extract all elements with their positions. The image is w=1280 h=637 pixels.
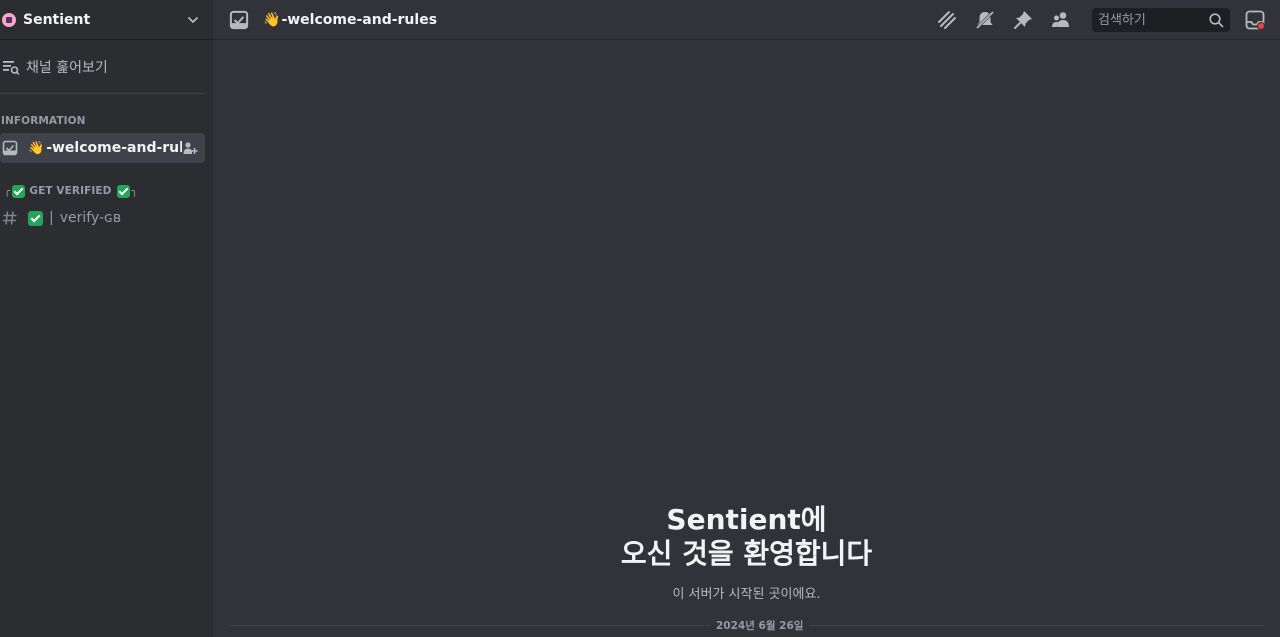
notification-settings-button[interactable]: [974, 9, 996, 31]
channel-sidebar: Sentient 채널 훑어보기 INFORMATION 👋 -welcome-…: [0, 0, 213, 637]
welcome-heading: Sentient에 오신 것을 환영합니다: [213, 503, 1280, 571]
server-icon: [2, 12, 16, 27]
category-prefix: ╭: [4, 185, 11, 197]
server-header[interactable]: Sentient: [0, 0, 213, 40]
rules-channel-icon: [2, 140, 18, 156]
threads-icon: [938, 11, 956, 29]
rules-channel-icon: [229, 10, 249, 29]
add-member-icon[interactable]: [182, 140, 198, 156]
pinned-messages-button[interactable]: [1012, 9, 1034, 31]
header-toolbar: [936, 0, 1280, 40]
browse-channels-button[interactable]: 채널 훑어보기: [0, 53, 205, 81]
channel-label: verify-ɢʙ: [59, 210, 121, 226]
header-channel-emoji: 👋: [263, 11, 281, 28]
wave-emoji: 👋: [28, 140, 45, 156]
mute-notifications-icon: [975, 10, 995, 30]
category-information[interactable]: INFORMATION: [0, 113, 86, 129]
threads-button[interactable]: [936, 9, 958, 31]
category-label: GET VERIFIED: [29, 185, 112, 197]
channel-label: -welcome-and-rul...: [46, 140, 182, 156]
app-window: Sentient 채널 훑어보기 INFORMATION 👋 -welcome-…: [0, 0, 1280, 637]
channel-welcome-and-rules[interactable]: 👋 -welcome-and-rul...: [0, 133, 205, 163]
pin-icon: [1014, 11, 1032, 29]
welcome-subtitle: 이 서버가 시작된 곳이에요.: [672, 587, 821, 602]
browse-channels-icon: [3, 61, 20, 75]
members-icon: [1052, 12, 1069, 27]
check-emoji-icon: [28, 210, 43, 226]
channel-verify[interactable]: | verify-ɢʙ: [0, 203, 205, 233]
check-emoji-icon: [116, 184, 130, 198]
chevron-down-icon: [188, 16, 198, 23]
check-emoji-icon: [12, 184, 26, 198]
server-name: Sentient: [23, 11, 91, 28]
search-box: [1092, 8, 1230, 32]
header-channel-title: -welcome-and-rules: [281, 11, 438, 28]
hashtag-icon: [3, 211, 17, 225]
inbox-button[interactable]: [1244, 9, 1266, 31]
unread-indicator: [1257, 22, 1265, 30]
category-suffix: ╮: [131, 185, 138, 197]
welcome-line-1: Sentient에: [666, 503, 827, 536]
member-list-button[interactable]: [1050, 9, 1072, 31]
sidebar-divider: [0, 93, 205, 94]
date-divider-label: 2024년 6월 26일: [710, 618, 810, 633]
browse-channels-label: 채널 훑어보기: [26, 60, 108, 76]
welcome-line-2: 오신 것을 환영합니다: [620, 537, 873, 570]
category-get-verified[interactable]: ╭ GET VERIFIED ╮: [0, 183, 138, 199]
search-input[interactable]: [1098, 12, 1208, 28]
channel-separator: |: [49, 210, 54, 226]
channel-header: 👋 -welcome-and-rules: [213, 0, 1280, 40]
search-icon[interactable]: [1208, 12, 1224, 28]
category-label: INFORMATION: [1, 115, 86, 127]
